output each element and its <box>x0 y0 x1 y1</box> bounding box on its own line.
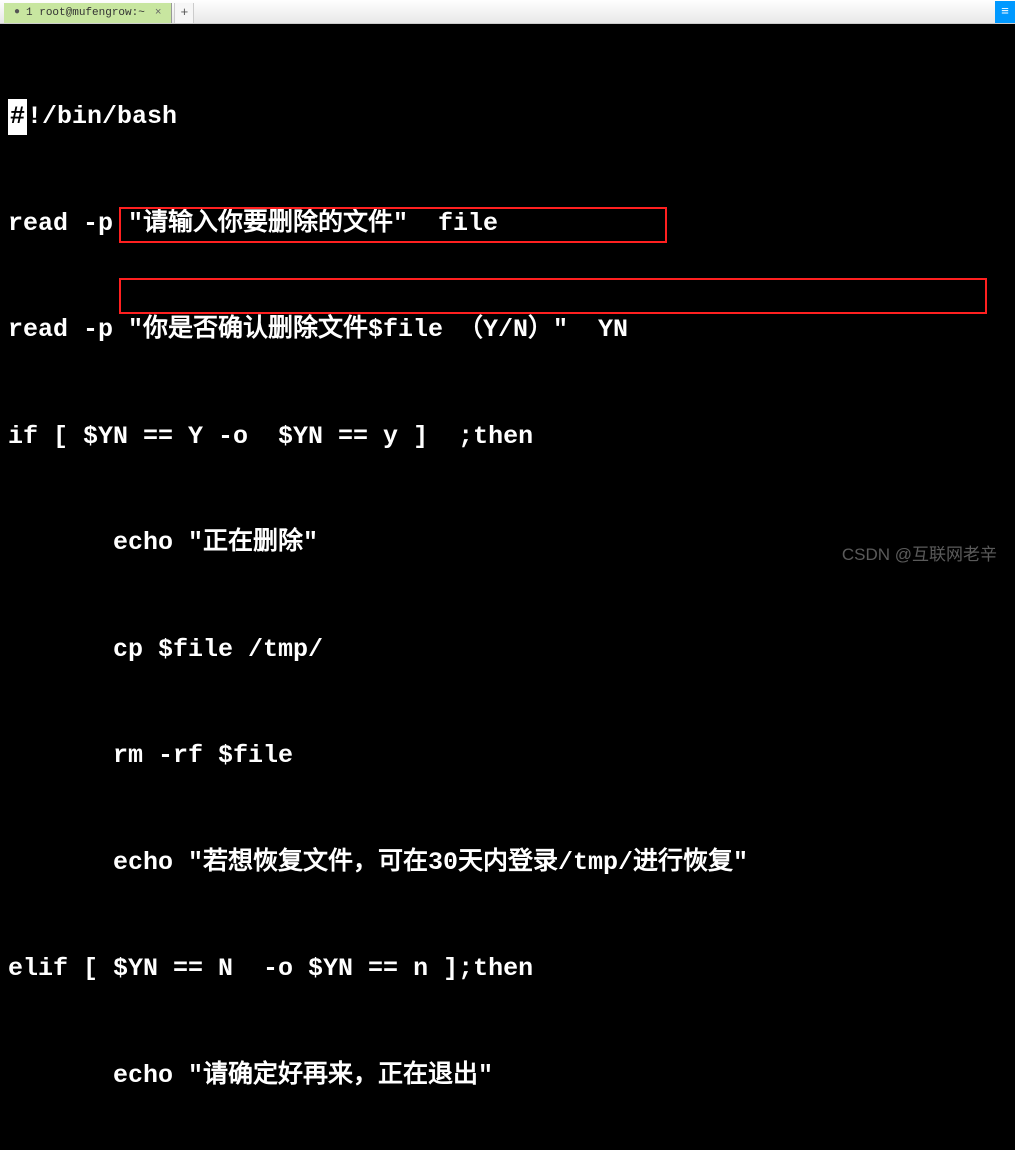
add-tab-button[interactable]: + <box>174 3 194 23</box>
terminal-content[interactable]: #!/bin/bash read -p "请输入你要删除的文件" file re… <box>0 24 1015 1150</box>
menu-handle[interactable]: ≡ <box>995 1 1015 23</box>
close-icon[interactable]: × <box>155 7 162 19</box>
code-line-10: echo "请确定好再来，正在退出" <box>8 1058 1007 1094</box>
watermark-text: CSDN @互联网老辛 <box>842 540 997 565</box>
plus-icon: + <box>181 5 189 20</box>
code-line-2: read -p "请输入你要删除的文件" file <box>8 206 1007 242</box>
tab-title: 1 root@mufengrow:~ <box>26 7 145 19</box>
code-line-9: elif [ $YN == N -o $YN == n ];then <box>8 951 1007 987</box>
code-line-8: echo "若想恢复文件，可在30天内登录/tmp/进行恢复" <box>8 845 1007 881</box>
code-line-7: rm -rf $file <box>8 738 1007 774</box>
shebang-hash: # <box>8 99 27 135</box>
annotation-box-2 <box>119 278 987 314</box>
terminal-tab[interactable]: ● 1 root@mufengrow:~ × <box>4 3 172 23</box>
code-line-1: #!/bin/bash <box>8 99 1007 135</box>
code-line-4: if [ $YN == Y -o $YN == y ] ;then <box>8 419 1007 455</box>
code-line-6: cp $file /tmp/ <box>8 632 1007 668</box>
tab-status-dot: ● <box>14 7 20 18</box>
window-titlebar: ● 1 root@mufengrow:~ × + ≡ <box>0 0 1015 24</box>
code-line-3: read -p "你是否确认删除文件$file （Y/N）" YN <box>8 312 1007 348</box>
shebang-rest: !/bin/bash <box>27 99 177 135</box>
menu-icon: ≡ <box>1001 4 1009 19</box>
